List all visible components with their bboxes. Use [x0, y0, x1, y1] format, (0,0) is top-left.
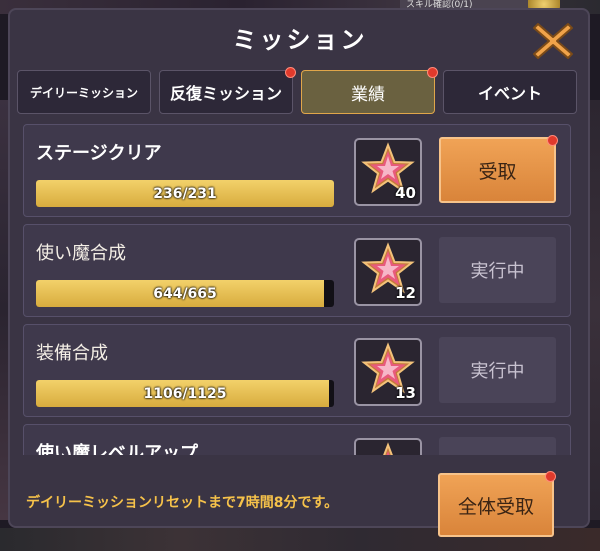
in-progress-label: 実行中 [470, 361, 525, 382]
reward-slot[interactable]: 12 [354, 238, 422, 306]
mission-title: 使い魔レベルアップ [36, 443, 198, 455]
claim-all-label: 全体受取 [457, 495, 534, 518]
tab-events[interactable]: イベント [443, 70, 577, 114]
claim-button[interactable]: 受取 [439, 135, 558, 203]
tab-label: 業績 [351, 84, 385, 105]
reward-slot[interactable] [354, 438, 422, 455]
in-progress-button[interactable]: 実行中 [439, 237, 556, 303]
notification-badge [545, 471, 556, 482]
progress-bar: 236/231 [36, 180, 334, 207]
notification-badge [285, 67, 296, 78]
mission-title: 装備合成 [36, 343, 108, 364]
close-button[interactable] [530, 18, 576, 64]
tab-label: イベント [477, 84, 542, 103]
progress-text: 236/231 [153, 185, 217, 202]
pink-star-icon [383, 442, 393, 455]
reset-notice: デイリーミッションリセットまで7時間8分です。 [26, 495, 339, 511]
reward-count: 40 [395, 184, 416, 202]
tab-bar: デイリーミッション 反復ミッション 業績 イベント [17, 67, 577, 114]
notification-badge [547, 135, 558, 146]
close-icon [533, 23, 573, 59]
progress-bar: 1106/1125 [36, 380, 334, 407]
reward-slot[interactable]: 40 [354, 138, 422, 206]
tab-daily-missions[interactable]: デイリーミッション [17, 70, 151, 114]
mission-title: 使い魔合成 [36, 243, 126, 264]
list-item: 使い魔合成 644/665 12 実行中 [23, 224, 571, 317]
in-progress-label: 実行中 [470, 261, 525, 282]
list-item: ステージクリア 236/231 40 受取 [23, 124, 571, 217]
reward-count: 12 [395, 284, 416, 302]
tab-label: 反復ミッション [169, 84, 282, 103]
progress-text: 644/665 [153, 285, 217, 302]
claim-all-button[interactable]: 全体受取 [438, 471, 556, 537]
tab-repeat-missions[interactable]: 反復ミッション [159, 67, 296, 114]
in-progress-button[interactable] [439, 437, 556, 455]
mission-list[interactable]: ステージクリア 236/231 40 受取 使い魔合成 644/665 12 実… [13, 124, 585, 455]
tab-label: デイリーミッション [29, 85, 138, 100]
background-left [0, 100, 8, 520]
list-item: 装備合成 1106/1125 13 実行中 [23, 324, 571, 417]
reward-count: 13 [395, 384, 416, 402]
list-item: 使い魔レベルアップ [23, 424, 571, 455]
page-title: ミッション [232, 26, 368, 54]
mission-title: ステージクリア [36, 143, 162, 164]
in-progress-button[interactable]: 実行中 [439, 337, 556, 403]
progress-bar: 644/665 [36, 280, 334, 307]
notification-badge [427, 67, 438, 78]
claim-label: 受取 [478, 160, 517, 183]
reward-slot[interactable]: 13 [354, 338, 422, 406]
progress-text: 1106/1125 [143, 385, 227, 402]
background-right [590, 100, 600, 520]
tab-achievements[interactable]: 業績 [301, 67, 438, 114]
